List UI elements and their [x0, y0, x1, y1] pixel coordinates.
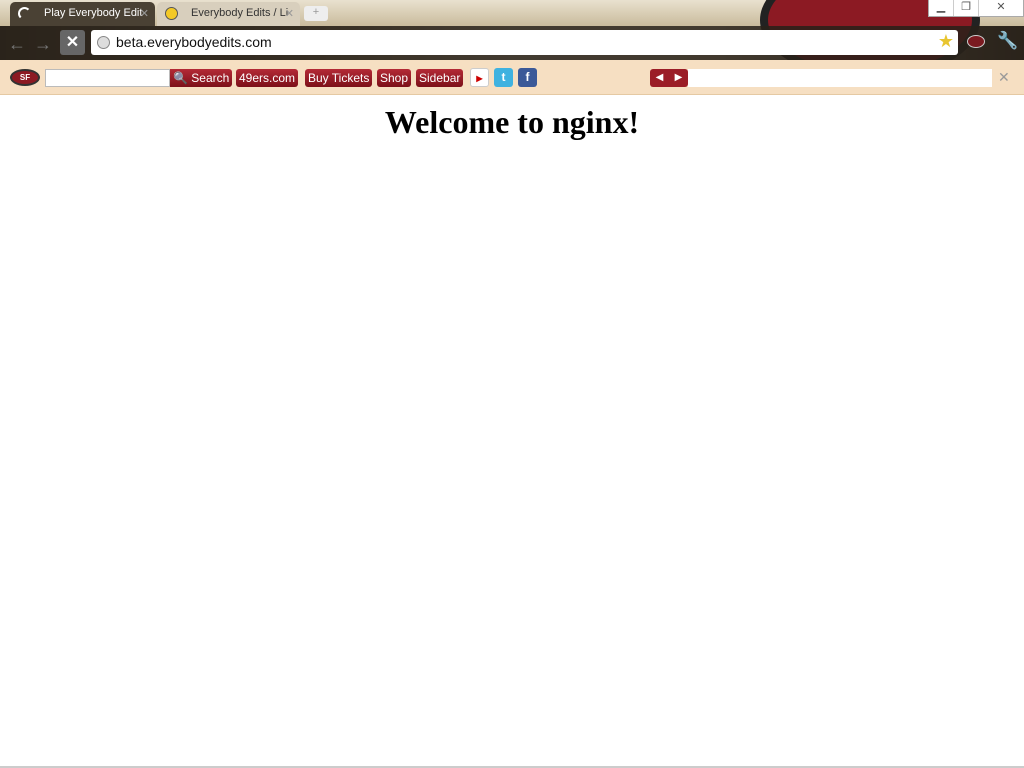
- search-label: Search: [191, 71, 230, 85]
- close-window-button[interactable]: ✕: [979, 0, 1023, 16]
- tab-title: Play Everybody Edit: [44, 7, 143, 19]
- tab-everybody-edits-list[interactable]: Everybody Edits / Li ✕: [157, 2, 300, 26]
- browser-toolbar: ← → ✕ beta.everybodyedits.com ★ 🔧: [0, 26, 1024, 60]
- new-tab-button[interactable]: +: [304, 6, 328, 21]
- close-tab-icon[interactable]: ✕: [285, 7, 294, 20]
- window-controls: ▁ ❐ ✕: [928, 0, 1024, 17]
- close-tab-icon[interactable]: ✕: [140, 7, 149, 20]
- browser-frame: Play Everybody Edit ✕ Everybody Edits / L…: [0, 0, 1024, 80]
- ticker-controls: ◀ ▶: [650, 69, 688, 87]
- address-bar[interactable]: beta.everybodyedits.com ★: [91, 30, 958, 55]
- link-49ers[interactable]: 49ers.com: [236, 69, 299, 87]
- restore-button[interactable]: ❐: [954, 0, 979, 16]
- ticker-prev-button[interactable]: ◀: [650, 69, 669, 87]
- page-heading: Welcome to nginx!: [384, 104, 640, 140]
- forward-button[interactable]: →: [34, 34, 52, 55]
- news-ticker[interactable]: [688, 69, 992, 87]
- globe-icon: [97, 36, 110, 49]
- twitter-icon[interactable]: t: [494, 68, 513, 87]
- 49ers-logo[interactable]: SF: [10, 69, 40, 86]
- bookmark-star-icon[interactable]: ★: [938, 31, 954, 52]
- link-sidebar[interactable]: Sidebar: [416, 69, 464, 87]
- minimize-button[interactable]: ▁: [929, 0, 954, 16]
- link-buy-tickets[interactable]: Buy Tickets: [305, 69, 373, 87]
- 49ers-extension-icon[interactable]: [967, 35, 985, 48]
- tab-title: Everybody Edits / Li: [191, 7, 289, 19]
- search-input[interactable]: [45, 69, 170, 87]
- sunglasses-smiley-icon: [165, 7, 178, 20]
- wrench-menu-icon[interactable]: 🔧: [997, 31, 1018, 51]
- back-button[interactable]: ←: [8, 34, 26, 55]
- youtube-icon[interactable]: ▶: [470, 68, 489, 87]
- tab-strip: Play Everybody Edit ✕ Everybody Edits / L…: [0, 0, 1024, 80]
- search-button[interactable]: 🔍 Search: [170, 69, 233, 87]
- link-shop[interactable]: Shop: [377, 69, 412, 87]
- stop-button[interactable]: ✕: [60, 30, 85, 55]
- tab-play-everybody-edits[interactable]: Play Everybody Edit ✕: [10, 2, 155, 26]
- loading-spinner-icon: [18, 7, 31, 20]
- ticker-next-button[interactable]: ▶: [669, 69, 688, 87]
- facebook-icon[interactable]: f: [518, 68, 537, 87]
- url-text: beta.everybodyedits.com: [116, 34, 272, 50]
- close-toolbar-icon[interactable]: ✕: [998, 69, 1010, 86]
- addon-toolbar: SF 🔍 Search 49ers.com Buy Tickets Shop S…: [0, 60, 1024, 95]
